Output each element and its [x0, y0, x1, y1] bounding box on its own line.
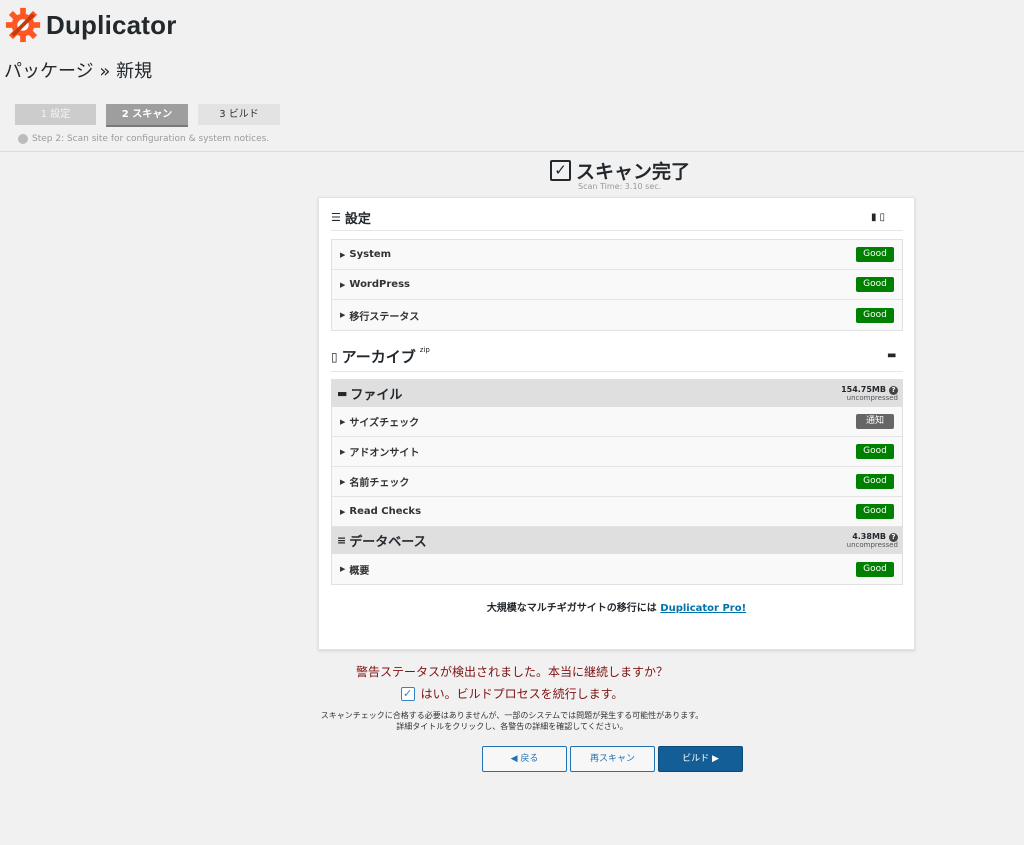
- status-badge: Good: [856, 474, 894, 489]
- archive-icons: ▬: [887, 350, 896, 361]
- archive-checks-list: ▬ ファイル 154.75MB? uncompressed ▶ サイズチェック 通知…: [331, 379, 903, 585]
- wizard-step-settings: 1 設定: [15, 104, 96, 125]
- check-row-migration-status[interactable]: ▶ 移行ステータス Good: [332, 300, 902, 330]
- file-archive-icon: ▯: [331, 349, 338, 364]
- settings-section-title: ☰ 設定: [331, 208, 371, 227]
- continue-label[interactable]: はい。ビルドプロセスを続行します。: [421, 685, 624, 702]
- settings-icons: ▮ ▯: [871, 212, 885, 223]
- server-icon[interactable]: ▮: [871, 212, 877, 223]
- check-label: Read Checks: [349, 506, 422, 517]
- pro-upsell-text: 大規模なマルチギガサイトの移行には: [486, 603, 661, 614]
- check-label: System: [349, 249, 392, 260]
- files-subheader: ▬ ファイル 154.75MB? uncompressed: [332, 380, 902, 407]
- back-button[interactable]: ◀ 戻る: [482, 746, 567, 772]
- caret-right-icon: ▶: [340, 417, 346, 426]
- wizard-steps: 1 設定 2 スキャン 3 ビルド: [15, 104, 290, 125]
- build-button[interactable]: ビルド ▶: [658, 746, 743, 772]
- check-label: 概要: [349, 565, 370, 577]
- duplicator-pro-link[interactable]: Duplicator Pro!: [660, 603, 746, 614]
- check-row-addon-sites[interactable]: ▶ アドオンサイト Good: [332, 437, 902, 467]
- check-label: 移行ステータス: [349, 311, 420, 323]
- continue-confirm[interactable]: ✓ はい。ビルドプロセスを続行します。: [0, 685, 1024, 702]
- caret-right-icon: ▶: [340, 477, 346, 486]
- duplicator-logo-icon: [5, 7, 41, 43]
- settings-title: 設定: [344, 212, 371, 227]
- check-label: サイズチェック: [349, 418, 420, 429]
- section-divider: [331, 230, 903, 231]
- caret-right-icon: ▶: [340, 311, 346, 319]
- rescan-button[interactable]: 再スキャン: [570, 746, 655, 772]
- archive-section-title: ▯ アーカイブ zip: [331, 346, 430, 367]
- tasks-list-icon: ☰: [331, 211, 341, 224]
- database-size-note: uncompressed: [846, 540, 898, 549]
- continue-checkbox[interactable]: ✓: [400, 686, 415, 701]
- database-subheader: ≡ データベース 4.38MB? uncompressed: [332, 527, 902, 554]
- files-size-note: uncompressed: [846, 393, 898, 402]
- status-badge: Good: [856, 307, 894, 323]
- files-title: ファイル: [350, 388, 403, 403]
- status-badge: Good: [856, 444, 894, 459]
- caret-right-icon: ▶: [340, 280, 346, 289]
- check-row-system[interactable]: ▶ System Good: [332, 240, 902, 270]
- scan-complete-header: ✓ スキャン完了: [550, 157, 690, 184]
- status-badge: Good: [856, 277, 894, 292]
- checkbox-checked-icon: ✓: [550, 160, 571, 181]
- check-label: アドオンサイト: [349, 448, 420, 459]
- check-label: WordPress: [349, 279, 410, 290]
- settings-checks-list: ▶ System Good ▶ WordPress Good ▶ 移行ステータス Go…: [331, 239, 903, 331]
- caret-right-icon: ▶: [340, 565, 346, 573]
- status-badge: 通知: [856, 414, 894, 429]
- pro-upsell: 大規模なマルチギガサイトの移行には Duplicator Pro!: [318, 599, 915, 614]
- step-description: Step 2: Scan site for configuration & sy…: [18, 134, 269, 144]
- wizard-step-scan: 2 スキャン: [106, 104, 188, 125]
- archive-box-icon[interactable]: ▬: [887, 350, 896, 361]
- archive-format: zip: [419, 346, 430, 354]
- database-title: データベース: [349, 535, 427, 550]
- status-badge: Good: [856, 504, 894, 519]
- check-row-overview[interactable]: ▶ 概要 Good: [332, 554, 902, 584]
- files-size: 154.75MB: [841, 384, 886, 394]
- warning-note: スキャンチェックに合格する必要はありませんが、一部のシステムでは問題が発生する可…: [0, 710, 1024, 732]
- status-badge: Good: [856, 247, 894, 262]
- check-label: 名前チェック: [349, 478, 410, 489]
- warning-note-line-1: スキャンチェックに合格する必要はありませんが、一部のシステムでは問題が発生する可…: [320, 711, 704, 720]
- caret-right-icon: ▶: [340, 507, 346, 516]
- folder-open-icon: ▬: [337, 387, 348, 400]
- status-badge: Good: [856, 561, 894, 577]
- database-size: 4.38MB: [852, 531, 886, 541]
- brand-name: Duplicator: [46, 9, 177, 40]
- caret-right-icon: ▶: [340, 250, 346, 259]
- duplicator-logo: Duplicator: [4, 6, 177, 44]
- page-title: パッケージ » 新規: [4, 61, 153, 82]
- check-row-size[interactable]: ▶ サイズチェック 通知: [332, 407, 902, 437]
- section-divider: [331, 371, 903, 372]
- wordpress-icon: [18, 134, 28, 144]
- scan-time: Scan Time: 3.10 sec.: [578, 182, 662, 191]
- file-icon[interactable]: ▯: [880, 212, 886, 223]
- archive-title: アーカイブ: [341, 348, 416, 366]
- check-row-read-checks[interactable]: ▶ Read Checks Good: [332, 497, 902, 527]
- database-icon: ≡: [337, 534, 347, 547]
- caret-right-icon: ▶: [340, 447, 346, 456]
- check-row-name[interactable]: ▶ 名前チェック Good: [332, 467, 902, 497]
- action-buttons: ◀ 戻る 再スキャン ビルド ▶: [482, 746, 746, 772]
- divider: [0, 151, 1024, 152]
- scan-complete-title: スキャン完了: [576, 161, 691, 183]
- warning-note-line-2: 詳細タイトルをクリックし、各警告の詳細を確認してください。: [396, 722, 628, 731]
- step-description-text: Step 2: Scan site for configuration & sy…: [32, 134, 270, 144]
- check-row-wordpress[interactable]: ▶ WordPress Good: [332, 270, 902, 300]
- warning-message: 警告ステータスが検出されました。本当に継続しますか？: [355, 665, 668, 679]
- wizard-step-build: 3 ビルド: [198, 104, 280, 125]
